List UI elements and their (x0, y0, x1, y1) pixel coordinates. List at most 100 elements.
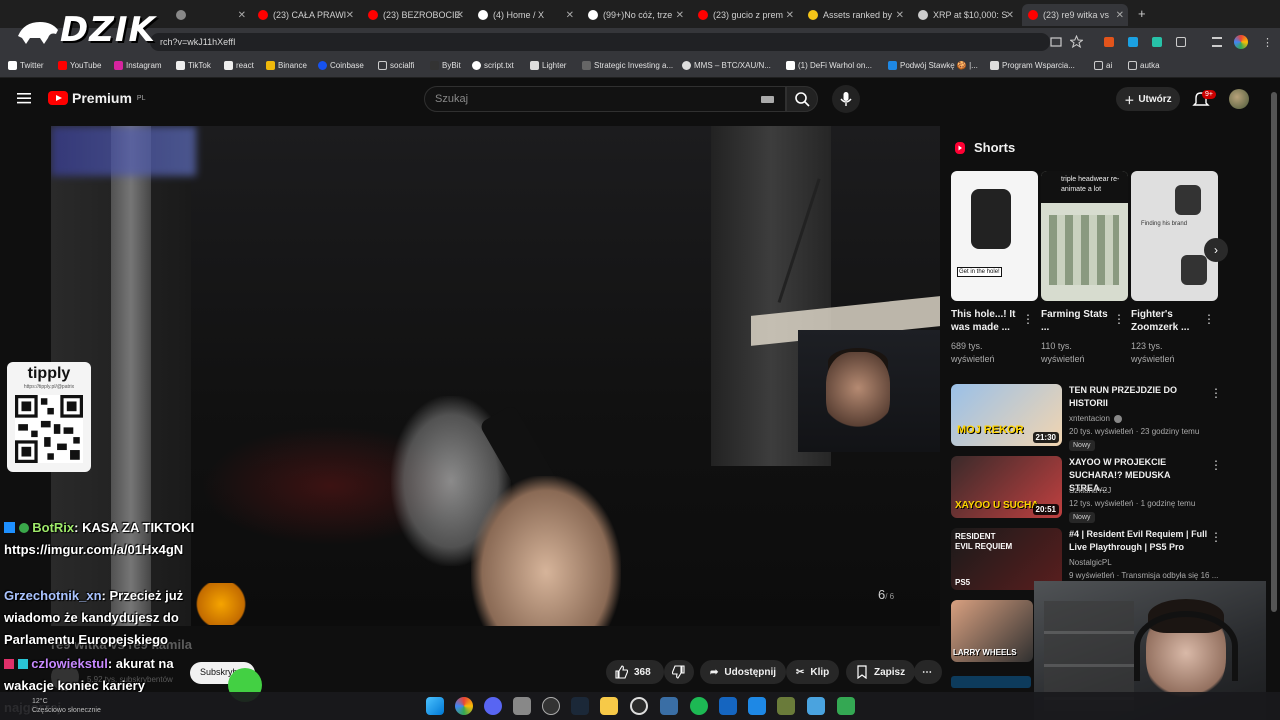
recommendation-channel[interactable]: xntentacion (1069, 414, 1110, 423)
close-tab-icon[interactable]: ✕ (456, 10, 464, 21)
browser-tab[interactable]: (4) Home / X ✕ (472, 4, 578, 26)
close-tab-icon[interactable]: ✕ (1116, 10, 1124, 21)
short-menu-icon[interactable]: ⋮ (1203, 312, 1215, 326)
recommendation-channel[interactable]: NostalgicPL (1069, 558, 1112, 567)
bookmark-react[interactable]: react (224, 61, 254, 70)
browser-tab[interactable]: XRP at $10,000: S ✕ (912, 4, 1018, 26)
short-thumbnail[interactable]: Get in the hole! (951, 171, 1038, 301)
profile-avatar-icon[interactable] (1234, 35, 1248, 49)
bookmark-star-icon[interactable] (1070, 35, 1083, 48)
app-icon[interactable] (777, 697, 795, 715)
recommendation-title[interactable]: #4 | Resident Evil Requiem | Full Live P… (1069, 528, 1209, 554)
recommendation-thumbnail-partial[interactable] (951, 676, 1031, 688)
bookmark-program[interactable]: Program Wsparcia... (990, 61, 1075, 70)
browser-tab[interactable]: (23) gucio z prem ✕ (692, 4, 798, 26)
short-menu-icon[interactable]: ⋮ (1113, 312, 1125, 326)
browser-tab[interactable]: (99+)No cóż, trze ✕ (582, 4, 688, 26)
bookmark-strategic[interactable]: Strategic Investing a... (582, 61, 673, 70)
app-icon[interactable] (837, 697, 855, 715)
url-field-background[interactable] (150, 33, 1050, 51)
reading-list-icon[interactable] (1212, 37, 1222, 47)
recommendation-menu-icon[interactable]: ⋮ (1210, 530, 1222, 544)
file-explorer-icon[interactable] (600, 697, 618, 715)
search-button[interactable] (786, 86, 818, 112)
weather-widget[interactable]: 12°C Częściowo słonecznie (32, 697, 101, 715)
bookmark-podwoj[interactable]: Podwój Stawkę 🍪 |... (888, 61, 978, 70)
bookmark-youtube[interactable]: YouTube (58, 61, 101, 70)
bookmark-twitter[interactable]: Twitter (8, 61, 44, 70)
app-icon[interactable] (807, 697, 825, 715)
recommendation-thumbnail[interactable]: MOJ REKOR 21:30 (951, 384, 1062, 446)
bookmark-instagram[interactable]: Instagram (114, 61, 162, 70)
close-tab-icon[interactable]: ✕ (1006, 10, 1014, 21)
shorts-next-button[interactable]: › (1204, 238, 1228, 262)
extension-icon[interactable] (1104, 37, 1114, 47)
bookmark-defi-warhol[interactable]: (1) DeFi Warhol on... (786, 61, 872, 70)
app-icon[interactable] (630, 697, 648, 715)
browser-tab[interactable]: (23) CAŁA PRAWI ✕ (252, 4, 358, 26)
windows-start-icon[interactable] (426, 697, 444, 715)
recommendation-menu-icon[interactable]: ⋮ (1210, 458, 1222, 472)
browser-menu-icon[interactable]: ⋮ (1262, 36, 1273, 49)
extensions-puzzle-icon[interactable] (1176, 37, 1186, 47)
clip-button[interactable]: ✂ Klip (786, 660, 840, 684)
recommendation-title[interactable]: TEN RUN PRZEJDZIE DO HISTORII (1069, 384, 1209, 410)
extension-icon[interactable] (1152, 37, 1162, 47)
recommendation-thumbnail[interactable]: XAYOO U SUCHA 20:51 (951, 456, 1062, 518)
short-thumbnail[interactable]: triple headwear re-animate a lot (1041, 171, 1128, 301)
browser-tab[interactable]: Assets ranked by ✕ (802, 4, 908, 26)
browser-tab[interactable]: ✕ (170, 4, 250, 26)
search-input[interactable]: Szukaj (424, 86, 786, 112)
bookmark-bybit[interactable]: ByBit (430, 61, 461, 70)
bookmark-mms[interactable]: MMS – BTC/XAU/N... (682, 61, 771, 70)
voice-search-button[interactable] (832, 85, 860, 113)
short-title[interactable]: Farming Stats ... (1041, 308, 1111, 334)
close-tab-icon[interactable]: ✕ (566, 10, 574, 21)
short-thumbnail[interactable]: Finding his brand (1131, 171, 1218, 301)
extension-icon[interactable] (1128, 37, 1138, 47)
url-text[interactable]: rch?v=wkJ11hXeffI (160, 37, 235, 47)
keyboard-icon[interactable] (761, 96, 774, 103)
obs-icon[interactable] (542, 697, 560, 715)
close-tab-icon[interactable]: ✕ (676, 10, 684, 21)
dislike-button[interactable] (664, 660, 694, 684)
discord-icon[interactable] (484, 697, 502, 715)
create-button[interactable]: ＋ Utwórz (1116, 87, 1180, 111)
bookmark-binance[interactable]: Binance (266, 61, 307, 70)
short-title[interactable]: This hole...! It was made ... (951, 308, 1021, 334)
bookmark-folder-autka[interactable]: autka (1128, 61, 1160, 70)
bookmark-script[interactable]: script.txt (472, 61, 514, 70)
recommendation-channel[interactable]: SzklanaY2J (1069, 486, 1111, 495)
like-button[interactable]: 368 (606, 660, 664, 684)
bookmark-coinbase[interactable]: Coinbase (318, 61, 364, 70)
close-tab-icon[interactable]: ✕ (238, 10, 246, 21)
short-title[interactable]: Fighter's Zoomzerk ... (1131, 308, 1201, 334)
spotify-icon[interactable] (690, 697, 708, 715)
browser-tab[interactable]: (23) BEZROBOCIE ✕ (362, 4, 468, 26)
bookmark-folder-ai[interactable]: ai (1094, 61, 1112, 70)
save-button[interactable]: Zapisz (846, 660, 916, 684)
install-icon[interactable] (1050, 36, 1062, 48)
steam-icon[interactable] (571, 697, 589, 715)
page-scrollbar[interactable] (1271, 92, 1277, 612)
more-actions-button[interactable]: ⋯ (914, 660, 942, 684)
app-icon[interactable] (513, 697, 531, 715)
bookmark-tiktok[interactable]: TikTok (176, 61, 211, 70)
app-icon[interactable] (719, 697, 737, 715)
bookmark-lighter[interactable]: Lighter (530, 61, 566, 70)
youtube-premium-logo[interactable]: Premium PL (48, 90, 145, 106)
recommendation-menu-icon[interactable]: ⋮ (1210, 386, 1222, 400)
close-tab-icon[interactable]: ✕ (346, 10, 354, 21)
new-tab-button[interactable]: + (1138, 6, 1146, 21)
close-tab-icon[interactable]: ✕ (786, 10, 794, 21)
browser-tab-active[interactable]: (23) re9 witka vs ✕ (1022, 4, 1128, 26)
share-button[interactable]: ➦ Udostępnij (700, 660, 787, 684)
app-icon[interactable] (748, 697, 766, 715)
recommendation-thumbnail[interactable]: LARRY WHEELS (951, 600, 1033, 662)
account-avatar[interactable] (1229, 89, 1249, 109)
app-icon[interactable] (660, 697, 678, 715)
hamburger-menu-icon[interactable] (16, 90, 32, 106)
short-menu-icon[interactable]: ⋮ (1022, 312, 1034, 326)
bookmark-folder-socialfi[interactable]: socialfi (378, 61, 414, 70)
close-tab-icon[interactable]: ✕ (896, 10, 904, 21)
